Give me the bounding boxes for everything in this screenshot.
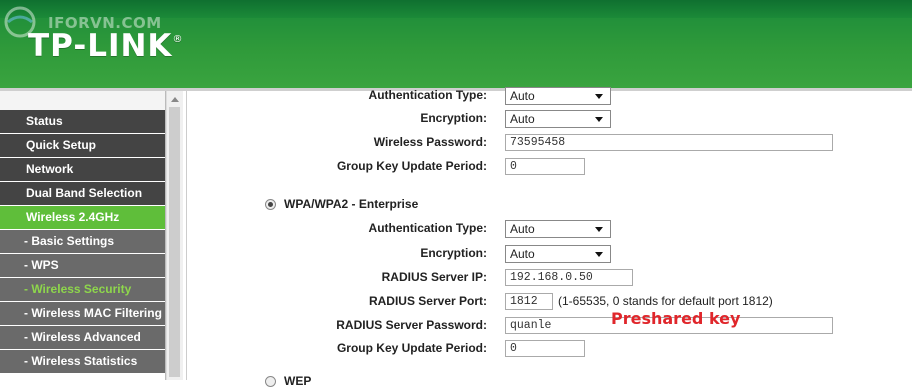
- personal-enc-value: Auto: [510, 112, 535, 126]
- wep-title: WEP: [284, 374, 312, 388]
- radius-password-row: RADIUS Server Password: quanle: [187, 316, 912, 336]
- radio-selected-dot: [268, 202, 273, 207]
- chevron-down-icon: [595, 227, 603, 232]
- personal-enc-select[interactable]: Auto: [505, 110, 611, 128]
- sidebar-top-space: [0, 91, 165, 110]
- trademark-symbol: ®: [172, 34, 184, 45]
- enterprise-enc-value: Auto: [510, 247, 535, 261]
- radius-server-ip-input[interactable]: 192.168.0.50: [505, 269, 633, 286]
- preshared-key-annotation: Preshared key: [611, 309, 741, 328]
- sidebar-item-basic-settings[interactable]: - Basic Settings: [0, 230, 165, 254]
- radius-port-label: RADIUS Server Port:: [368, 294, 487, 308]
- personal-enc-label: Encryption:: [420, 111, 487, 125]
- enterprise-gkup-row: Group Key Update Period: 0: [187, 339, 912, 359]
- chevron-down-icon: [595, 252, 603, 257]
- tp-link-logo: TP-LINK®: [28, 28, 183, 64]
- radius-port-note: (1-65535, 0 stands for default port 1812…: [558, 294, 773, 308]
- personal-auth-row: Authentication Type: Auto: [187, 86, 912, 106]
- sidebar-item-dual-band-selection[interactable]: Dual Band Selection: [0, 182, 165, 206]
- personal-enc-row: Encryption: Auto: [187, 109, 912, 129]
- personal-auth-value: Auto: [510, 89, 535, 103]
- radius-ip-label: RADIUS Server IP:: [381, 270, 487, 284]
- personal-gkup-input[interactable]: 0: [505, 158, 585, 175]
- scrollbar-thumb[interactable]: [169, 107, 180, 377]
- brand-text: TP-LINK: [28, 28, 173, 64]
- radius-server-port-input[interactable]: 1812: [505, 293, 553, 310]
- radius-password-label: RADIUS Server Password:: [336, 318, 487, 332]
- sidebar-item-wireless-mac-filtering[interactable]: - Wireless MAC Filtering: [0, 302, 165, 326]
- scroll-up-icon[interactable]: [171, 97, 179, 102]
- header-banner: IFORVN.COM TP-LINK®: [0, 0, 912, 88]
- enterprise-enc-row: Encryption: Auto: [187, 244, 912, 264]
- enterprise-title: WPA/WPA2 - Enterprise: [284, 197, 419, 211]
- radius-ip-row: RADIUS Server IP: 192.168.0.50: [187, 268, 912, 288]
- sidebar-item-wps[interactable]: - WPS: [0, 254, 165, 278]
- wep-radio[interactable]: [265, 376, 276, 387]
- personal-gkup-label: Group Key Update Period:: [336, 159, 487, 173]
- sidebar-scrollbar[interactable]: [166, 91, 183, 380]
- enterprise-radio[interactable]: [265, 199, 276, 210]
- enterprise-auth-label: Authentication Type:: [368, 221, 487, 235]
- sidebar-item-wireless-24ghz[interactable]: Wireless 2.4GHz: [0, 206, 165, 230]
- personal-auth-select[interactable]: Auto: [505, 87, 611, 105]
- chevron-down-icon: [595, 94, 603, 99]
- personal-auth-label: Authentication Type:: [368, 88, 487, 102]
- personal-password-label: Wireless Password:: [373, 135, 487, 149]
- sidebar-item-status[interactable]: Status: [0, 110, 165, 134]
- personal-gkup-row: Group Key Update Period: 0: [187, 157, 912, 177]
- sidebar-menu: Status Quick Setup Network Dual Band Sel…: [0, 91, 166, 380]
- enterprise-gkup-label: Group Key Update Period:: [336, 341, 487, 355]
- sidebar-item-wireless-statistics[interactable]: - Wireless Statistics: [0, 350, 165, 374]
- personal-password-row: Wireless Password: 73595458: [187, 133, 912, 153]
- sidebar-item-network[interactable]: Network: [0, 158, 165, 182]
- wireless-password-input[interactable]: 73595458: [505, 134, 833, 151]
- sidebar-item-wireless-advanced[interactable]: - Wireless Advanced: [0, 326, 165, 350]
- enterprise-auth-value: Auto: [510, 222, 535, 236]
- enterprise-auth-select[interactable]: Auto: [505, 220, 611, 238]
- enterprise-auth-row: Authentication Type: Auto: [187, 219, 912, 239]
- sidebar-item-quick-setup[interactable]: Quick Setup: [0, 134, 165, 158]
- chevron-down-icon: [595, 117, 603, 122]
- main-content: Authentication Type: Auto Encryption: Au…: [186, 87, 912, 388]
- enterprise-enc-label: Encryption:: [420, 246, 487, 260]
- radius-port-row: RADIUS Server Port: 1812 (1-65535, 0 sta…: [187, 292, 912, 312]
- enterprise-gkup-input[interactable]: 0: [505, 340, 585, 357]
- enterprise-enc-select[interactable]: Auto: [505, 245, 611, 263]
- sidebar-item-wireless-security[interactable]: - Wireless Security: [0, 278, 165, 302]
